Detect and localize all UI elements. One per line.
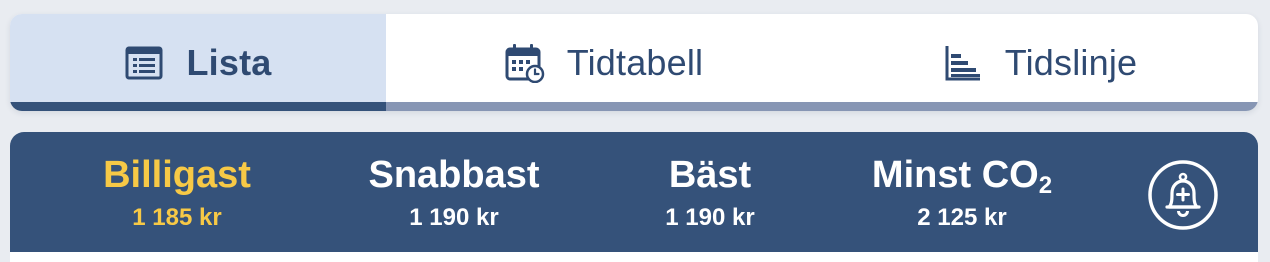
- sort-fastest-label: Snabbast: [368, 154, 540, 196]
- tab-tidtabell-label: Tidtabell: [566, 41, 704, 83]
- list-icon: [124, 43, 164, 83]
- results-list-top: [10, 252, 1258, 262]
- bell-plus-icon: [1147, 160, 1219, 235]
- timeline-chart-icon: [943, 43, 983, 83]
- sort-cheapest-price: 1 185 kr: [132, 204, 222, 231]
- tab-lista[interactable]: Lista: [10, 14, 386, 111]
- sort-best-button[interactable]: Bäst 1 190 kr: [580, 152, 840, 234]
- sort-best-label: Bäst: [668, 154, 752, 196]
- calendar-clock-icon: [505, 43, 545, 83]
- tab-lista-label: Lista: [186, 41, 272, 83]
- sort-options-bar: Billigast 1 185 kr Snabbast 1 190 kr Bäs…: [10, 132, 1258, 262]
- sort-cheapest-label: Billigast: [103, 154, 251, 196]
- sort-co2-label: Minst CO: [871, 154, 1039, 196]
- sort-co2-title: Minst CO2: [832, 152, 1092, 198]
- tab-tidslinje[interactable]: Tidslinje: [822, 14, 1258, 111]
- search-results-header: Lista Tidtabell Tidslinje Billigast 1 18…: [0, 0, 1270, 262]
- sort-co2-button[interactable]: Minst CO2 2 125 kr: [832, 152, 1092, 234]
- tab-tidtabell[interactable]: Tidtabell: [386, 14, 822, 111]
- sort-co2-subscript: 2: [1038, 172, 1053, 199]
- view-tabs: Lista Tidtabell Tidslinje: [10, 14, 1258, 111]
- tab-tidslinje-label: Tidslinje: [1004, 41, 1138, 83]
- sort-fastest-button[interactable]: Snabbast 1 190 kr: [324, 152, 584, 234]
- sort-cheapest-button[interactable]: Billigast 1 185 kr: [47, 152, 307, 234]
- price-alert-button[interactable]: [1147, 159, 1219, 231]
- sort-co2-price: 2 125 kr: [917, 204, 1007, 231]
- sort-best-price: 1 190 kr: [665, 204, 755, 231]
- sort-fastest-price: 1 190 kr: [409, 204, 499, 231]
